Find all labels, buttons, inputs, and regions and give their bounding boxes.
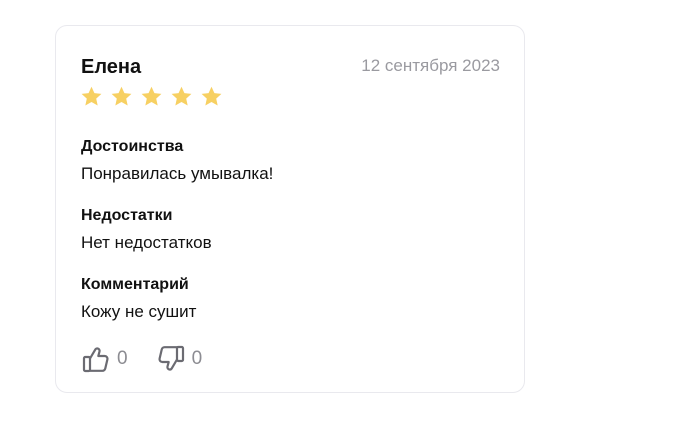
pros-text: Понравилась умывалка!: [81, 164, 274, 183]
review-author: Елена: [81, 56, 142, 78]
review-card: Елена 12 сентября 2023 Достоинства Понра…: [55, 25, 525, 393]
comment-title: Комментарий: [81, 276, 189, 293]
like-count: 0: [117, 348, 128, 369]
pros-section: Достоинства Понравилась умывалка!: [81, 137, 273, 185]
vote-controls: 0 0: [81, 342, 202, 376]
dislike-count: 0: [191, 348, 203, 369]
cons-title: Недостатки: [81, 207, 173, 224]
star-rating: [80, 85, 223, 109]
star-icon: [111, 86, 132, 106]
pros-title: Достоинства: [81, 138, 184, 155]
star-icon: [171, 86, 192, 106]
like-button[interactable]: 0: [81, 344, 128, 374]
cons-text: Нет недостатков: [81, 233, 212, 252]
cons-section: Недостатки Нет недостатков: [81, 206, 212, 254]
star-icon: [141, 86, 162, 106]
review-date: 12 сентября 2023: [361, 56, 500, 75]
thumb-up-icon: [82, 347, 109, 373]
dislike-button[interactable]: 0: [156, 344, 203, 374]
thumb-down-icon: [158, 345, 184, 371]
star-icon: [201, 86, 222, 106]
star-icon: [81, 86, 102, 106]
comment-text: Кожу не сушит: [81, 302, 197, 321]
comment-section: Комментарий Кожу не сушит: [81, 275, 196, 323]
